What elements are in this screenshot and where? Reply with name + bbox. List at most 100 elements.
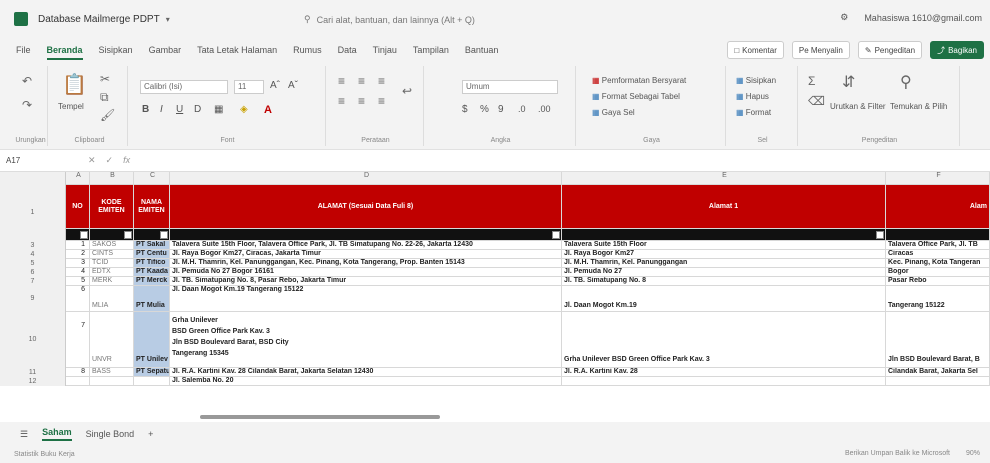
tab-page-layout[interactable]: Tata Letak Halaman xyxy=(189,38,285,62)
filter-dropdown-icon[interactable] xyxy=(552,231,560,239)
column-header-b[interactable]: B xyxy=(90,172,134,185)
cell-nama[interactable]: PT Centu xyxy=(134,250,170,259)
row-header[interactable]: 4 xyxy=(0,250,66,259)
header-alamat-2[interactable]: Alam xyxy=(886,185,990,229)
catch-up-button[interactable]: Pe Menyalin xyxy=(791,41,850,59)
row-header[interactable]: 9 xyxy=(0,286,66,312)
cell-no[interactable]: 1 xyxy=(66,241,90,250)
column-header-f[interactable]: F xyxy=(886,172,990,185)
format-cells-button[interactable]: ▦ Format xyxy=(736,108,771,117)
align-middle-icon[interactable]: ≡ xyxy=(358,74,365,88)
account-name[interactable]: Mahasiswa 1610@gmail.com xyxy=(864,13,982,23)
header-kode-emiten[interactable]: KODE EMITEN xyxy=(90,185,134,229)
number-format-select[interactable]: Umum xyxy=(462,80,558,94)
filter-dropdown-icon[interactable] xyxy=(124,231,132,239)
editing-mode-button[interactable]: ✎ Pengeditan xyxy=(857,41,923,59)
header-alamat[interactable]: ALAMAT (Sesuai Data Fuli 8) xyxy=(170,185,562,229)
cell-alamat-2[interactable]: Kec. Pinang, Kota Tangeran xyxy=(886,259,990,268)
cell-nama[interactable]: PT Sepatu xyxy=(134,368,170,377)
cell-kode[interactable]: TCID xyxy=(90,259,134,268)
cell-no[interactable]: 3 xyxy=(66,259,90,268)
cell-alamat-1[interactable] xyxy=(562,377,886,386)
cell-alamat[interactable]: Jl. M.H. Thamrin, Kel. Panunggangan, Kec… xyxy=(170,259,562,268)
format-as-table-button[interactable]: ▦ Format Sebagai Tabel xyxy=(592,92,680,101)
cell-no[interactable]: 4 xyxy=(66,268,90,277)
cell-nama[interactable]: PT Merck xyxy=(134,277,170,286)
percent-icon[interactable]: % xyxy=(480,104,489,115)
align-left-icon[interactable]: ≡ xyxy=(338,94,345,108)
cell-nama[interactable]: PT Mulia xyxy=(134,286,170,312)
cell-kode[interactable] xyxy=(90,377,134,386)
align-bottom-icon[interactable]: ≡ xyxy=(378,74,385,88)
cell-alamat-2[interactable]: Bogor xyxy=(886,268,990,277)
cell-nama[interactable]: PT Tifico xyxy=(134,259,170,268)
paste-icon[interactable]: 📋 xyxy=(62,72,87,97)
check-icon[interactable]: ✓ xyxy=(106,155,114,166)
filter-dropdown-icon[interactable] xyxy=(80,231,88,239)
sort-filter-icon[interactable]: ⇵ xyxy=(842,72,855,92)
cell-no[interactable]: 7 xyxy=(66,312,90,368)
column-header-c[interactable]: C xyxy=(134,172,170,185)
cell-alamat-1[interactable]: Jl. M.H. Thamrin, Kel. Panunggangan xyxy=(562,259,886,268)
column-header-a[interactable]: A xyxy=(66,172,90,185)
cell-styles-button[interactable]: ▦ Gaya Sel xyxy=(592,108,635,117)
wrap-text-icon[interactable]: ↩ xyxy=(402,84,412,98)
cell-kode[interactable]: MERK xyxy=(90,277,134,286)
cell-alamat-2[interactable]: Ciracas xyxy=(886,250,990,259)
font-color-icon[interactable]: A xyxy=(264,104,272,116)
header-alamat-1[interactable]: Alamat 1 xyxy=(562,185,886,229)
sort-filter-label[interactable]: Urutkan & Filter xyxy=(830,102,886,111)
share-button[interactable]: ⤴ Bagikan xyxy=(930,41,984,59)
comments-button[interactable]: □ Komentar xyxy=(727,41,784,59)
cell-nama[interactable] xyxy=(134,377,170,386)
delete-cells-button[interactable]: ▦ Hapus xyxy=(736,92,769,101)
tab-draw[interactable]: Gambar xyxy=(141,38,190,62)
cell-kode[interactable]: MLIA xyxy=(90,286,134,312)
cell-alamat-2[interactable]: Cilandak Barat, Jakarta Sel xyxy=(886,368,990,377)
workbook-statistics[interactable]: Statistik Buku Kerja xyxy=(14,451,75,458)
redo-icon[interactable]: ↷ xyxy=(22,98,32,112)
cut-icon[interactable]: ✂ xyxy=(100,72,110,86)
cell-alamat[interactable]: Jl. Raya Bogor Km27, Ciracas, Jakarta Ti… xyxy=(170,250,562,259)
cell-no[interactable]: 8 xyxy=(66,368,90,377)
cell-alamat[interactable]: Jl. R.A. Kartini Kav. 28 Cilandak Barat,… xyxy=(170,368,562,377)
comma-icon[interactable]: 9 xyxy=(498,104,504,115)
underline-icon[interactable]: U xyxy=(176,104,183,115)
cell-no[interactable] xyxy=(66,377,90,386)
add-sheet-icon[interactable]: + xyxy=(148,429,153,439)
align-right-icon[interactable]: ≡ xyxy=(378,94,385,108)
cell-nama[interactable]: PT Sakal xyxy=(134,241,170,250)
cell-alamat[interactable]: Jl. Daan Mogot Km.19 Tangerang 15122 xyxy=(170,286,562,312)
cell-kode[interactable]: BASS xyxy=(90,368,134,377)
cell-alamat[interactable]: Grha Unilever BSD Green Office Park Kav.… xyxy=(170,312,562,368)
tab-data[interactable]: Data xyxy=(330,38,365,62)
clear-icon[interactable]: ⌫ xyxy=(808,94,825,108)
cell-alamat-1[interactable]: Talavera Suite 15th Floor xyxy=(562,241,886,250)
cell-alamat-1[interactable]: Grha Unilever BSD Green Office Park Kav.… xyxy=(562,312,886,368)
row-header[interactable]: 5 xyxy=(0,259,66,268)
horizontal-scrollbar[interactable] xyxy=(170,412,990,422)
cell-alamat[interactable]: Jl. Pemuda No 27 Bogor 16161 xyxy=(170,268,562,277)
cell-alamat-1[interactable]: Jl. Raya Bogor Km27 xyxy=(562,250,886,259)
cell-alamat[interactable]: Talavera Suite 15th Floor, Talavera Offi… xyxy=(170,241,562,250)
sheet-tab-single-bond[interactable]: Single Bond xyxy=(86,429,135,439)
sheet-tab-saham[interactable]: Saham xyxy=(42,427,72,441)
italic-icon[interactable]: I xyxy=(160,104,163,115)
header-no[interactable]: NO xyxy=(66,185,90,229)
cell-no[interactable]: 5 xyxy=(66,277,90,286)
tab-home[interactable]: Beranda xyxy=(39,38,91,62)
cell-kode[interactable]: SAKOS xyxy=(90,241,134,250)
cell-kode[interactable]: UNVR xyxy=(90,312,134,368)
row-header[interactable]: 6 xyxy=(0,268,66,277)
decrease-decimal-icon[interactable]: .00 xyxy=(538,104,551,114)
cell-alamat-2[interactable]: Tangerang 15122 xyxy=(886,286,990,312)
scrollbar-thumb[interactable] xyxy=(200,415,440,419)
row-header[interactable]: 12 xyxy=(0,377,66,386)
column-header-e[interactable]: E xyxy=(562,172,886,185)
chevron-down-icon[interactable]: ▾ xyxy=(166,15,170,24)
font-size-select[interactable]: 11 xyxy=(234,80,264,94)
insert-cells-button[interactable]: ▦ Sisipkan xyxy=(736,76,776,85)
fill-color-icon[interactable]: ◈ xyxy=(240,104,248,115)
row-header[interactable]: 7 xyxy=(0,277,66,286)
worksheet-grid[interactable]: A B C D E F 1 NO KODE EMITEN NAMA EMITEN… xyxy=(0,172,990,412)
